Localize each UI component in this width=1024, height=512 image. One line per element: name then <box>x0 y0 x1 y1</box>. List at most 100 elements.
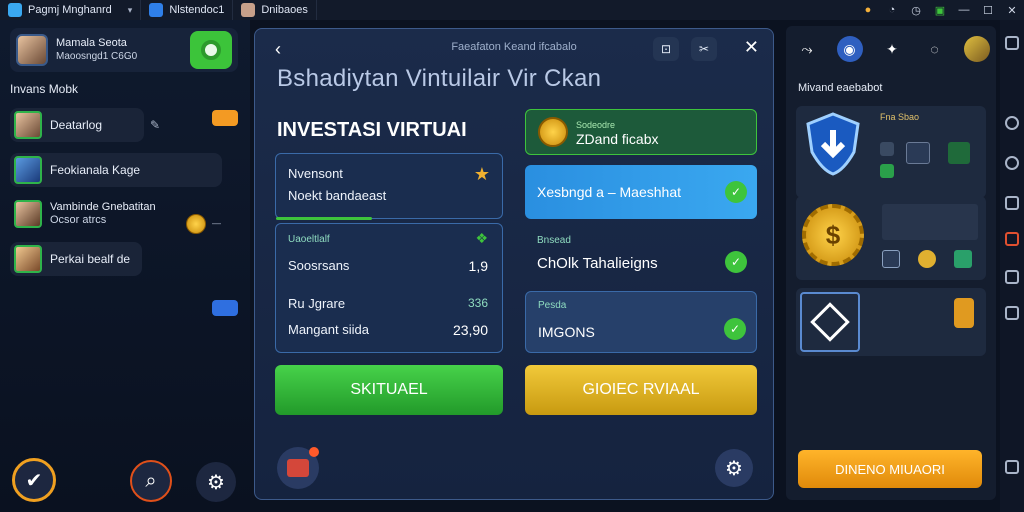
settings-button[interactable]: ⚙ <box>196 462 236 502</box>
tab-1-label: Pagmj Mnghanrd <box>28 4 112 16</box>
menu-icon[interactable] <box>1005 36 1019 50</box>
grid-icon <box>948 142 970 164</box>
avatar <box>16 34 48 66</box>
map-icon <box>287 459 309 477</box>
stat-caption: Ru Jgrare <box>288 296 346 311</box>
share-icon[interactable]: ⤳ <box>794 36 820 62</box>
section-heading: INVESTASI VIRTUAI <box>277 119 467 141</box>
app-icon <box>149 3 164 17</box>
chevron-down-icon[interactable]: ▾ <box>128 5 133 16</box>
avatar <box>14 156 42 184</box>
contact-item[interactable]: Vambinde Gnebatitan Ocsor atrcs <box>10 197 170 231</box>
screen-icon[interactable] <box>1005 196 1019 210</box>
check-button[interactable]: ✔ <box>12 458 56 502</box>
pill-caption: Sodeodre <box>576 120 616 130</box>
option-item[interactable]: Bnsead ChOlk Tahalieigns ✓ <box>525 229 757 283</box>
stat-value: 1,9 <box>468 258 488 274</box>
alarm-icon[interactable]: ◔ <box>880 4 904 16</box>
avatar[interactable] <box>964 36 990 62</box>
right-toolbar: ⤳ ◉ ✦ ◌ <box>794 32 990 66</box>
contact-item[interactable]: Perkai bealf de <box>10 242 142 276</box>
refresh-icon[interactable] <box>1005 116 1019 130</box>
search-button[interactable]: ⌕ <box>130 460 172 502</box>
home-icon[interactable] <box>1005 306 1019 320</box>
stat-value: 23,90 <box>452 322 488 338</box>
security-card[interactable]: Fna Sbao <box>796 106 986 198</box>
close-window-icon[interactable]: ✕ <box>1000 4 1024 17</box>
left-panel: Mamala Seota Maoosngd1 C6G0 Invans Mobk … <box>0 20 250 512</box>
progress-bar <box>276 217 372 220</box>
plant-icon <box>954 250 972 268</box>
settings-button[interactable]: ⚙ <box>715 449 753 487</box>
primary-button[interactable]: SKITUAEL <box>275 365 503 415</box>
page-title: Bshadiytan Vintuilair Vir Ckan <box>277 65 602 92</box>
profile-subtitle: Maoosngd1 C6G0 <box>56 51 138 62</box>
tab-3[interactable]: Dnibaoes <box>233 0 317 20</box>
tab-2[interactable]: Nlstendoc1 <box>141 0 234 20</box>
stats-card[interactable]: Uaoeltlalf ❖ Soosrsans 1,9 Ru Jgrare 336… <box>275 223 503 353</box>
tab-1[interactable]: Pagmj Mnghanrd ▾ <box>0 0 142 20</box>
panel-title: Mivand eaebabot <box>798 82 883 94</box>
option-selected[interactable]: Xesbngd a – Maeshhat ✓ <box>525 165 757 219</box>
avatar <box>241 3 256 17</box>
notification-icon[interactable]: ● <box>856 4 880 16</box>
screen-icon[interactable]: ⊡ <box>653 37 679 61</box>
info-card[interactable]: Nvensont Noekt bandaeast ★ <box>275 153 503 220</box>
timer-icon[interactable]: ◌ <box>922 36 948 62</box>
contact-item[interactable]: Feokianala Kage <box>10 153 222 187</box>
map-button[interactable] <box>277 447 319 489</box>
close-icon[interactable]: ✕ <box>744 37 759 58</box>
finance-card[interactable]: $ <box>796 196 986 280</box>
star-icon: ★ <box>473 164 490 184</box>
investment-dialog: ‹ Faeafaton Keand ifcabalo ⊡ ✂ ✕ Bshadiy… <box>254 28 774 500</box>
contact-item[interactable]: Deatarlog <box>10 108 144 142</box>
wallet-button[interactable] <box>190 31 232 69</box>
window-controls: ● ◔ ◷ ▣ — ☐ ✕ <box>856 0 1024 20</box>
tab-2-label: Nlstendoc1 <box>169 4 225 16</box>
card-caption: Fna Sbao <box>880 112 920 122</box>
option-caption: Pesda <box>538 300 567 311</box>
check-icon: ✓ <box>725 181 747 203</box>
avatar <box>14 111 42 139</box>
section-title: Invans Mobk <box>10 82 79 96</box>
tab-3-label: Dnibaoes <box>261 4 308 16</box>
layers-icon[interactable] <box>1005 270 1019 284</box>
stat-caption-value: 336 <box>467 296 488 310</box>
contact-label: Feokianala Kage <box>50 163 141 177</box>
contact-sub: Ocsor atrcs <box>50 214 107 226</box>
coin-count: — <box>212 218 221 228</box>
maximize-icon[interactable]: ☐ <box>976 4 1000 17</box>
edit-icon[interactable]: ✎ <box>150 118 160 132</box>
avatar <box>14 200 42 228</box>
package-card[interactable] <box>796 288 986 356</box>
card-line-2: Noekt bandaeast <box>288 188 387 203</box>
status-badge <box>212 300 238 316</box>
calendar-icon[interactable]: ▣ <box>928 4 952 17</box>
settings-icon[interactable] <box>1005 156 1019 170</box>
chart-icon[interactable] <box>1005 232 1019 246</box>
shield-icon <box>806 112 860 176</box>
profile-icon[interactable]: ◉ <box>836 36 863 62</box>
bar-chart-icon <box>906 142 930 164</box>
pill-label: ZDand ficabx <box>576 131 659 147</box>
side-toolbar <box>1000 20 1024 512</box>
action-button[interactable]: DINENO MIUAORI <box>798 450 982 488</box>
check-icon: ✓ <box>725 251 747 273</box>
option-label: IMGONS <box>538 324 595 340</box>
card-caption: Uaoeltlalf <box>288 234 330 245</box>
growth-icon: ❖ <box>475 230 488 246</box>
coin-icon <box>538 117 568 147</box>
stat-label: Soosrsans <box>288 258 350 273</box>
bottom-toolbar: ✔ ⌕ ⚙ <box>0 452 250 512</box>
app-icon <box>8 3 22 17</box>
profile-card[interactable]: Mamala Seota Maoosngd1 C6G0 <box>10 28 238 72</box>
wrench-icon[interactable]: ✦ <box>879 36 905 62</box>
more-icon[interactable] <box>1005 460 1019 474</box>
secondary-button[interactable]: GIOIEC RVIAAL <box>525 365 757 415</box>
minimize-icon[interactable]: — <box>952 4 976 16</box>
clock-icon[interactable]: ◷ <box>904 4 928 17</box>
media-icon[interactable]: ✂ <box>691 37 717 61</box>
balance-pill[interactable]: Sodeodre ZDand ficabx <box>525 109 757 155</box>
stat-icon <box>880 142 894 156</box>
option-item[interactable]: Pesda IMGONS ✓ <box>525 291 757 353</box>
